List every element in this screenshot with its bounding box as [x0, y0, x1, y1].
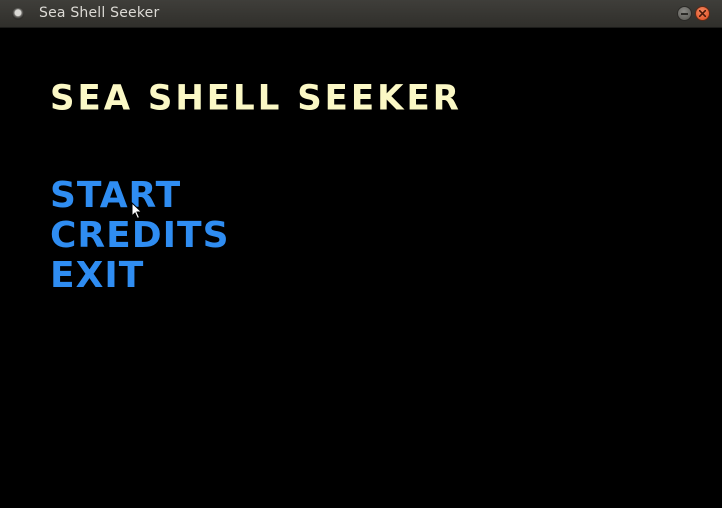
game-canvas: SEA SHELL SEEKER START CREDITS EXIT	[0, 28, 722, 508]
game-title: SEA SHELL SEEKER	[50, 78, 462, 119]
menu-credits-button[interactable]: CREDITS	[50, 216, 230, 256]
game-window: Sea Shell Seeker SEA SHELL SEEKER START …	[0, 0, 722, 508]
window-title: Sea Shell Seeker	[39, 5, 160, 21]
minimize-icon[interactable]	[677, 6, 692, 21]
mouse-pointer-icon	[131, 202, 143, 220]
close-icon[interactable]	[695, 6, 710, 21]
app-icon	[12, 8, 24, 20]
window-titlebar[interactable]: Sea Shell Seeker	[0, 0, 722, 28]
main-menu: START CREDITS EXIT	[50, 176, 230, 296]
menu-exit-button[interactable]: EXIT	[50, 256, 230, 296]
